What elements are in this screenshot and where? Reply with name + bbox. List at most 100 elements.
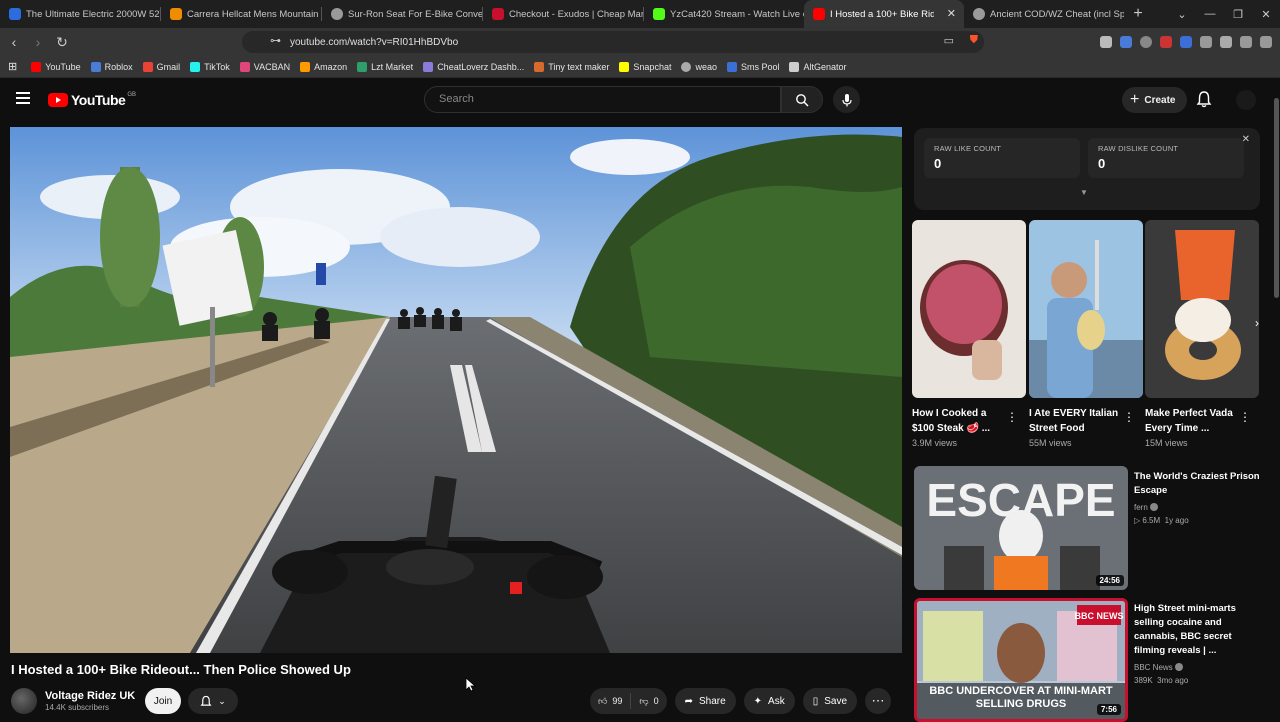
bookmark-item[interactable]: weao (681, 61, 717, 72)
dislike-button[interactable]: 👎︎ 0 (631, 696, 666, 707)
short-item[interactable]: Make Perfect Vada Every Time ... 15M vie… (1145, 220, 1259, 448)
more-vertical-icon[interactable]: ⋮ (1006, 410, 1018, 424)
bookmark-favicon-icon (31, 61, 42, 72)
chevron-down-icon: ⌄ (218, 695, 226, 706)
browser-tab[interactable]: Sur-Ron Seat For E-Bike Conversion (322, 0, 482, 28)
chevron-right-icon[interactable]: › (1248, 316, 1266, 338)
search-button[interactable] (781, 86, 823, 113)
short-item[interactable]: I Ate EVERY Italian Street Food 55M view… (1029, 220, 1143, 448)
page-scrollbar[interactable] (1272, 80, 1280, 720)
recommendation-item[interactable]: ESCAPE 24:56 The World's Craziest Prison… (914, 466, 1264, 590)
short-thumbnail[interactable] (1029, 220, 1143, 398)
share-button[interactable]: ➦ Share (674, 688, 736, 714)
more-actions-button[interactable]: ⋯ (865, 688, 892, 714)
bookmark-item[interactable]: Tiny text maker (534, 61, 609, 72)
channel-avatar[interactable] (11, 688, 37, 714)
forward-icon[interactable]: › (28, 34, 48, 50)
youtube-favicon-icon (813, 8, 825, 20)
bookmark-item[interactable]: Gmail (142, 61, 180, 72)
create-button[interactable]: + Create (1122, 87, 1188, 113)
like-button[interactable]: 👍︎ 99 (590, 696, 630, 707)
close-icon[interactable]: ✕ (1242, 134, 1250, 145)
browser-tab[interactable]: Ancient COD/WZ Cheat (incl Spoofer) (964, 0, 1124, 28)
more-vertical-icon[interactable]: ⋮ (1123, 410, 1135, 424)
bookmark-icon: ▯ (812, 695, 819, 707)
puzzle-icon[interactable] (1220, 36, 1232, 48)
browser-tab[interactable]: YzCat420 Stream - Watch Live on K (644, 0, 804, 28)
window-controls: ⌄ — ❐ ✕ (1168, 0, 1280, 28)
thumbs-down-icon: 👎︎ (639, 695, 649, 706)
bookmark-item[interactable]: Lzt Market (357, 61, 413, 72)
bookmark-favicon-icon (142, 61, 153, 72)
extension-icon[interactable] (1180, 36, 1192, 48)
bookmark-item[interactable]: Amazon (300, 61, 347, 72)
short-thumbnail[interactable] (1145, 220, 1259, 398)
tab-favicon-icon (973, 8, 985, 20)
join-button[interactable]: Join (145, 688, 181, 714)
bookmark-favicon-icon (190, 61, 201, 72)
tab-search-icon[interactable]: ⌄ (1168, 8, 1196, 21)
download-icon[interactable] (1240, 36, 1252, 48)
video-thumbnail[interactable]: ESCAPE 24:56 (914, 466, 1128, 590)
menu-icon[interactable] (16, 92, 30, 107)
bookmark-item[interactable]: TikTok (190, 61, 230, 72)
save-button[interactable]: ▯ Save (802, 688, 858, 714)
recommendation-item[interactable]: BBC NEWS BBC UNDERCOVER AT MINI-MART SEL… (914, 598, 1264, 722)
extension-icon[interactable] (1100, 36, 1112, 48)
extension-icon[interactable] (1200, 36, 1212, 48)
notifications-button[interactable] (1196, 90, 1212, 113)
browser-tab-active[interactable]: I Hosted a 100+ Bike Rideout...✕ (804, 0, 964, 28)
account-avatar[interactable] (1236, 90, 1256, 110)
new-tab-button[interactable]: + (1124, 5, 1152, 23)
video-thumbnail[interactable]: BBC NEWS BBC UNDERCOVER AT MINI-MART SEL… (914, 598, 1128, 722)
subscription-notification-button[interactable]: ⌄ (188, 688, 238, 714)
minimize-icon[interactable]: — (1196, 8, 1224, 20)
extension-icon[interactable] (1120, 36, 1132, 48)
bookmark-item[interactable]: Roblox (90, 61, 133, 72)
bookmark-item[interactable]: Sms Pool (726, 61, 779, 72)
youtube-logo[interactable]: YouTube GB (48, 92, 136, 108)
browser-tab[interactable]: The Ultimate Electric 2000W 52V 50 (0, 0, 160, 28)
more-vertical-icon[interactable]: ⋮ (1239, 410, 1251, 424)
bookmark-item[interactable]: Snapchat (619, 61, 671, 72)
omnibox[interactable]: ⊶ youtube.com/watch?v=RI01HhBDVbo ▭ ⛊ (242, 31, 984, 53)
apps-icon[interactable]: ⊞ (8, 60, 17, 73)
tab-favicon-icon (9, 8, 21, 20)
video-player[interactable] (10, 127, 902, 653)
channel-name[interactable]: Voltage Ridez UK (45, 690, 135, 702)
extension-icon[interactable] (1140, 36, 1152, 48)
browser-tab[interactable]: Checkout - Exudos | Cheap Market (483, 0, 643, 28)
bookmark-favicon-icon (90, 61, 101, 72)
back-icon[interactable]: ‹ (4, 34, 24, 50)
ask-button[interactable]: ✦ Ask (743, 688, 795, 714)
close-icon[interactable]: ✕ (947, 7, 956, 20)
bookmark-favicon-icon (726, 61, 737, 72)
short-item[interactable]: How I Cooked a $100 Steak 🥩 ... 3.9M vie… (912, 220, 1026, 448)
bell-icon (200, 695, 212, 706)
search-icon (796, 93, 809, 107)
scrollbar-thumb[interactable] (1274, 98, 1279, 298)
tab-favicon-icon (492, 8, 504, 20)
bookmark-item[interactable]: CheatLoverz Dashb... (423, 61, 524, 72)
raw-count-panel: RAW LIKE COUNT 0 RAW DISLIKE COUNT 0 ✕ ▼ (914, 128, 1260, 210)
brave-shield-icon[interactable]: ⛊ (970, 34, 978, 47)
raw-dislike-card: RAW DISLIKE COUNT 0 (1088, 138, 1244, 178)
short-thumbnail[interactable] (912, 220, 1026, 398)
microphone-icon (841, 93, 852, 106)
window-close-icon[interactable]: ✕ (1252, 8, 1280, 21)
bookmark-item[interactable]: VACBAN (239, 61, 290, 72)
cast-icon[interactable]: ▭ (944, 34, 954, 47)
sidebar-icon[interactable] (1260, 36, 1272, 48)
url-text: youtube.com/watch?v=RI01HhBDVbo (290, 36, 459, 48)
reload-icon[interactable]: ↻ (52, 34, 72, 51)
search-input[interactable] (439, 93, 739, 105)
browser-tab[interactable]: Carrera Hellcat Mens Mountain Bike (161, 0, 321, 28)
chevron-down-icon[interactable]: ▼ (1080, 188, 1088, 197)
bookmark-item[interactable]: AltGenator (789, 61, 847, 72)
site-info-icon[interactable]: ⊶ (270, 34, 281, 47)
extension-icon[interactable] (1160, 36, 1172, 48)
maximize-icon[interactable]: ❐ (1224, 8, 1252, 21)
raw-like-card: RAW LIKE COUNT 0 (924, 138, 1080, 178)
bookmark-item[interactable]: YouTube (31, 61, 81, 72)
voice-search-button[interactable] (833, 86, 860, 113)
